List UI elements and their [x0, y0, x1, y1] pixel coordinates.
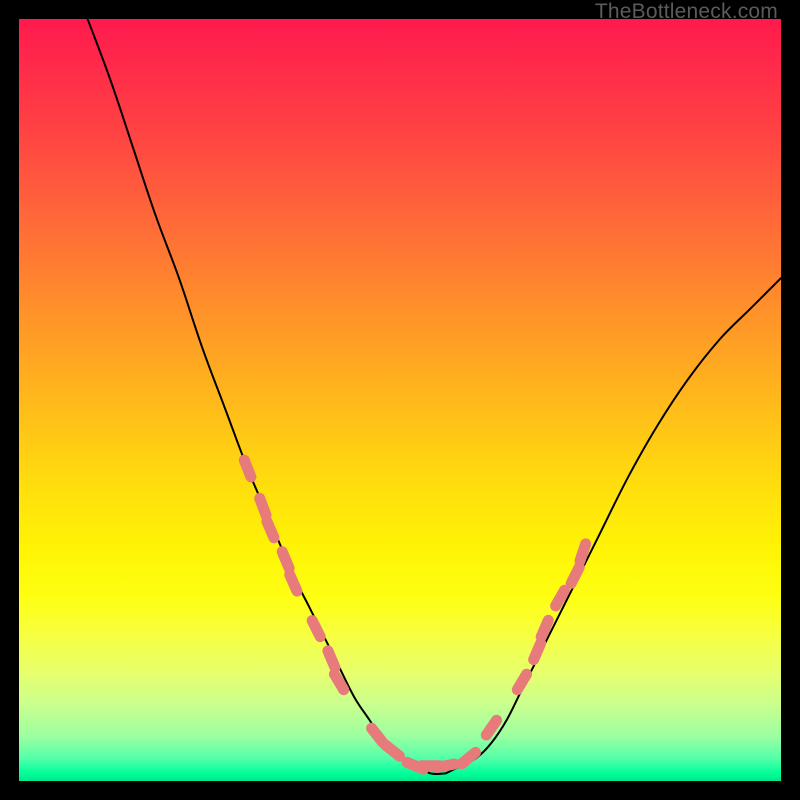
marker-point: [486, 720, 496, 735]
curve-right-curve: [446, 278, 781, 773]
marker-point: [541, 620, 548, 637]
plot-area: [19, 19, 781, 781]
marker-point: [385, 745, 399, 756]
marker-point: [571, 567, 579, 583]
marker-point: [290, 575, 297, 591]
marker-points: [244, 460, 585, 769]
marker-point: [312, 621, 320, 637]
marker-point: [437, 764, 455, 768]
marker-point: [372, 728, 383, 742]
marker-point: [334, 674, 343, 690]
curve-left-curve: [88, 19, 446, 774]
marker-point: [328, 651, 335, 668]
marker-point: [282, 552, 289, 569]
marker-point: [556, 590, 565, 606]
marker-point: [534, 643, 541, 660]
marker-point: [462, 752, 476, 764]
curve-lines: [88, 19, 781, 774]
marker-point: [244, 460, 251, 477]
marker-point: [517, 674, 526, 690]
chart-frame: [19, 19, 781, 781]
marker-point: [267, 521, 274, 538]
chart-svg: [19, 19, 781, 781]
marker-point: [260, 498, 266, 515]
marker-point: [580, 544, 586, 561]
